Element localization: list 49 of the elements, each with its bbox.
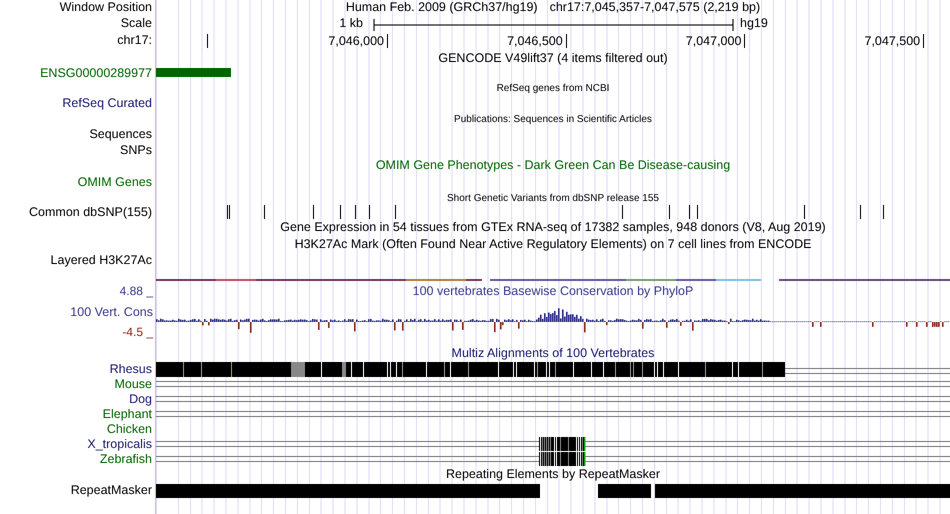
signal-line[interactable] — [156, 279, 950, 281]
track-label[interactable]: Sequences — [89, 127, 152, 141]
track-label[interactable]: RepeatMasker — [70, 483, 152, 497]
alignment-track[interactable] — [156, 452, 950, 467]
species-label[interactable]: X_tropicalis — [87, 437, 152, 451]
track-label[interactable]: SNPs — [120, 142, 152, 156]
track-title: Multiz Alignments of 100 Vertebrates — [452, 346, 654, 360]
ruler-tick — [744, 34, 746, 48]
track-label: Window Position — [60, 0, 152, 14]
track-title: OMIM Gene Phenotypes - Dark Green Can Be Disease-causing — [376, 158, 730, 172]
axis-min: -4.5 _ — [122, 325, 153, 340]
position-text: chr17:7,045,357-7,047,575 (2,219 bp) — [550, 0, 760, 14]
species-label[interactable]: Mouse — [114, 377, 152, 391]
track-label[interactable]: 100 Vert. Cons — [70, 304, 153, 320]
track-label: chr17: — [117, 33, 152, 47]
ruler-label: 7,047,000 — [686, 34, 742, 49]
alignment-track[interactable] — [156, 362, 950, 377]
track-label: Scale — [120, 16, 152, 30]
species-label[interactable]: Zebrafish — [100, 452, 152, 466]
ruler-tick — [387, 34, 388, 48]
species-label[interactable]: Elephant — [102, 407, 152, 421]
ruler-tick — [923, 34, 924, 48]
conservation-wiggle[interactable] — [156, 306, 950, 336]
ruler-label: 7,046,000 — [328, 34, 384, 49]
track-label[interactable]: Layered H3K27Ac — [50, 253, 152, 267]
track-title: Short Genetic Variants from dbSNP release 155 — [447, 193, 659, 204]
ruler-label: 7,046,500 — [507, 34, 563, 49]
track-title: 100 vertebrates Basewise Conservation by PhyloP — [412, 284, 694, 298]
alignment-track[interactable] — [156, 437, 950, 452]
track-title: Gene Expression in 54 tissues from GTEx RNA-seq of 17382 samples, 948 donors (V8, Aug 2019) — [280, 220, 826, 234]
track-label[interactable]: RefSeq Curated — [62, 96, 152, 110]
ruler-tick — [566, 34, 567, 48]
track-title: Repeating Elements by RepeatMasker — [446, 467, 660, 481]
track-title: RefSeq genes from NCBI — [496, 83, 610, 94]
scale-db: hg19 — [740, 16, 768, 31]
scale-size: 1 kb — [339, 16, 363, 31]
species-label[interactable]: Dog — [129, 392, 152, 406]
assembly-title: Human Feb. 2009 (GRCh37/hg19) — [346, 0, 538, 14]
axis-max: 4.88 _ — [120, 284, 153, 299]
species-label[interactable]: Chicken — [106, 422, 152, 436]
track-label[interactable]: OMIM Genes — [78, 175, 152, 189]
track-label[interactable]: ENSG00000289977 — [40, 66, 152, 80]
ruler-tick — [207, 34, 208, 48]
species-label[interactable]: Rhesus — [110, 362, 152, 376]
track-title: GENCODE V49lift37 (4 items filtered out) — [438, 51, 668, 65]
track-label[interactable]: Common dbSNP(155) — [29, 205, 152, 219]
track-title: H3K27Ac Mark (Often Found Near Active Regulatory Elements) on 7 cell lines from ENCODE — [294, 237, 812, 251]
track-title: Publications: Sequences in Scientific Articles — [454, 114, 652, 125]
ruler-label: 7,047,500 — [864, 34, 920, 49]
